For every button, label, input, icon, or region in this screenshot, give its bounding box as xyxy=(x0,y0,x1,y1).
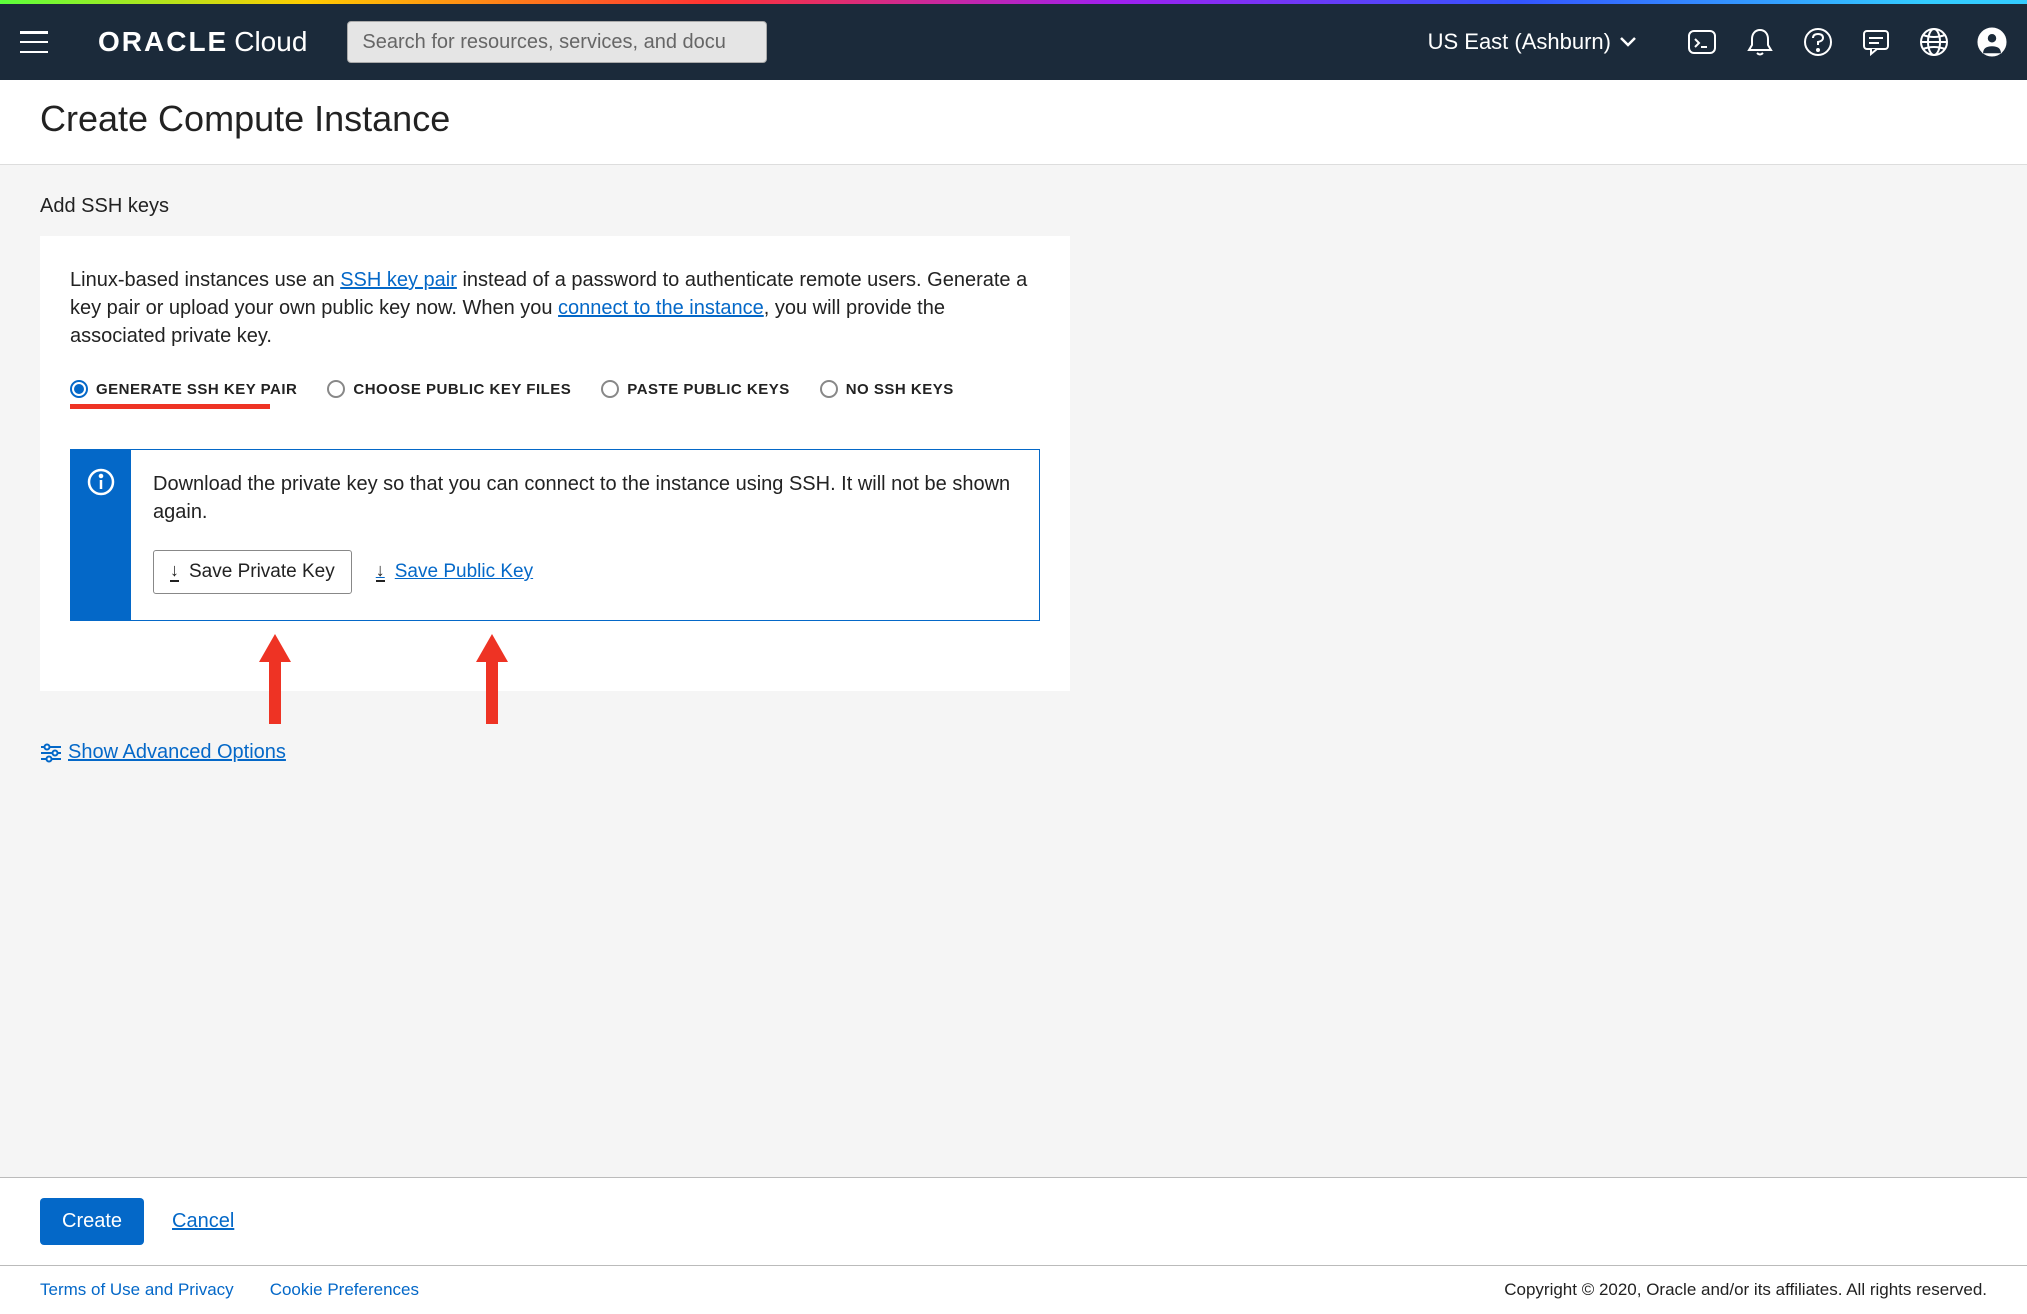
download-icon: ↓ xyxy=(376,562,385,581)
chat-icon[interactable] xyxy=(1861,27,1891,57)
logo-brand: ORACLE xyxy=(98,26,228,58)
cloud-shell-icon[interactable] xyxy=(1687,27,1717,57)
radio-icon xyxy=(327,380,345,398)
page-title-bar: Create Compute Instance xyxy=(0,80,2027,165)
terms-link[interactable]: Terms of Use and Privacy xyxy=(40,1280,234,1300)
show-advanced-options-link[interactable]: Show Advanced Options xyxy=(40,741,286,764)
page-title: Create Compute Instance xyxy=(40,98,1987,140)
info-icon xyxy=(87,468,115,496)
radio-icon xyxy=(601,380,619,398)
radio-icon xyxy=(70,380,88,398)
ssh-key-pair-link[interactable]: SSH key pair xyxy=(340,269,457,291)
selection-underline xyxy=(70,404,270,409)
connect-instance-link[interactable]: connect to the instance xyxy=(558,297,764,319)
header-icon-group xyxy=(1687,27,2007,57)
main-content: Add SSH keys Linux-based instances use a… xyxy=(0,165,2027,1177)
sliders-icon xyxy=(40,743,62,763)
cancel-link[interactable]: Cancel xyxy=(172,1210,234,1233)
globe-icon[interactable] xyxy=(1919,27,1949,57)
radio-icon xyxy=(820,380,838,398)
region-selector[interactable]: US East (Ashburn) xyxy=(1428,29,1637,55)
footer-legal: Terms of Use and Privacy Cookie Preferen… xyxy=(0,1265,2027,1314)
region-label: US East (Ashburn) xyxy=(1428,29,1611,55)
radio-generate-ssh[interactable]: GENERATE SSH KEY PAIR xyxy=(70,380,297,398)
ssh-description: Linux-based instances use an SSH key pai… xyxy=(70,266,1040,350)
notifications-icon[interactable] xyxy=(1745,27,1775,57)
chevron-down-icon xyxy=(1619,36,1637,48)
radio-label: PASTE PUBLIC KEYS xyxy=(627,381,789,398)
button-label: Save Private Key xyxy=(189,561,335,583)
create-button[interactable]: Create xyxy=(40,1198,144,1245)
info-box: Download the private key so that you can… xyxy=(70,449,1040,621)
save-private-key-button[interactable]: ↓ Save Private Key xyxy=(153,550,352,594)
info-text: Download the private key so that you can… xyxy=(153,470,1017,526)
save-public-key-button[interactable]: ↓ Save Public Key xyxy=(376,561,533,583)
info-icon-strip xyxy=(71,450,131,620)
global-header: ORACLE Cloud US East (Ashburn) xyxy=(0,4,2027,80)
cookie-prefs-link[interactable]: Cookie Preferences xyxy=(270,1280,419,1300)
oracle-cloud-logo[interactable]: ORACLE Cloud xyxy=(98,26,307,58)
advanced-options-label: Show Advanced Options xyxy=(68,741,286,764)
copyright-text: Copyright © 2020, Oracle and/or its affi… xyxy=(1504,1280,1987,1300)
help-icon[interactable] xyxy=(1803,27,1833,57)
radio-no-ssh[interactable]: NO SSH KEYS xyxy=(820,380,954,398)
radio-label: CHOOSE PUBLIC KEY FILES xyxy=(353,381,571,398)
download-icon: ↓ xyxy=(170,562,179,581)
logo-product: Cloud xyxy=(234,26,307,58)
menu-icon[interactable] xyxy=(20,31,48,53)
ssh-option-group: GENERATE SSH KEY PAIR CHOOSE PUBLIC KEY … xyxy=(70,380,1040,398)
ssh-card: Linux-based instances use an SSH key pai… xyxy=(40,236,1070,691)
footer-action-bar: Create Cancel xyxy=(0,1177,2027,1265)
button-label: Save Public Key xyxy=(395,561,533,583)
radio-paste-keys[interactable]: PASTE PUBLIC KEYS xyxy=(601,380,789,398)
radio-label: GENERATE SSH KEY PAIR xyxy=(96,381,297,398)
radio-choose-files[interactable]: CHOOSE PUBLIC KEY FILES xyxy=(327,380,571,398)
radio-label: NO SSH KEYS xyxy=(846,381,954,398)
search-input[interactable] xyxy=(347,21,767,63)
section-label-ssh: Add SSH keys xyxy=(40,195,1987,218)
profile-icon[interactable] xyxy=(1977,27,2007,57)
